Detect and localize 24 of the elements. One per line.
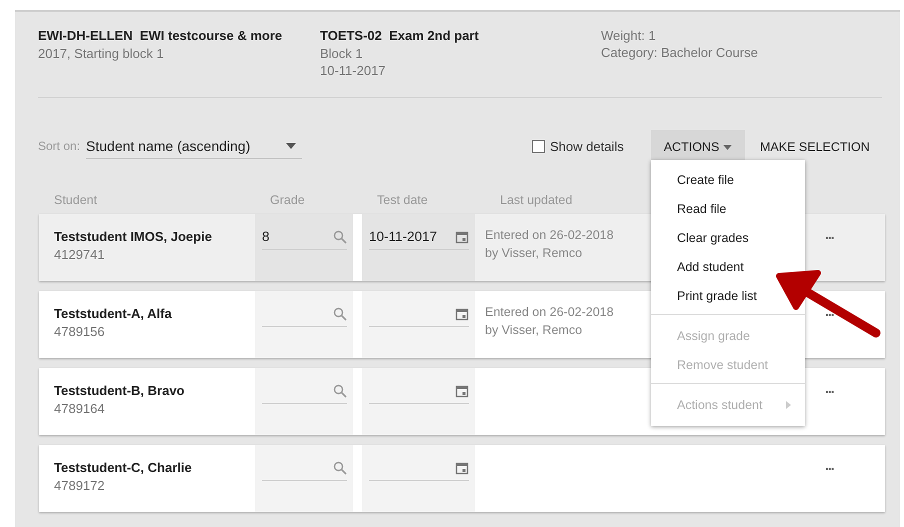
student-number: 4789164	[54, 400, 106, 418]
column-header: Student	[54, 193, 98, 207]
last-updated-text: by Visser, Remco	[485, 245, 582, 262]
student-name: Teststudent IMOS, Joepie	[54, 228, 213, 246]
header-info: 10-11-2017	[320, 62, 387, 79]
column-header: Last updated	[500, 193, 574, 207]
header-title: EWI-DH-ELLEN EWI testcourse & more	[38, 27, 284, 45]
header-title: TOETS-02 Exam 2nd part	[320, 27, 480, 45]
header-info: 2017, Starting block 1	[38, 45, 165, 62]
student-number: 4129741	[54, 246, 106, 264]
student-name: Teststudent-C, Charlie	[54, 459, 193, 477]
student-name: Teststudent-B, Bravo	[54, 382, 186, 400]
last-updated-text: Entered on 26-02-2018	[485, 304, 614, 321]
sort-label: Sort on:	[38, 139, 80, 153]
header-info: Weight: 1	[601, 27, 657, 44]
column-header: Test date	[377, 193, 429, 207]
last-updated-text: Entered on 26-02-2018	[485, 227, 614, 244]
last-updated-text: by Visser, Remco	[485, 322, 582, 339]
column-header: Grade	[270, 193, 306, 207]
student-name: Teststudent-A, Alfa	[54, 305, 173, 323]
header-info: Category: Bachelor Course	[601, 44, 759, 61]
header-info: Block 1	[320, 45, 364, 62]
student-number: 4789172	[54, 477, 106, 495]
student-number: 4789156	[54, 323, 106, 341]
